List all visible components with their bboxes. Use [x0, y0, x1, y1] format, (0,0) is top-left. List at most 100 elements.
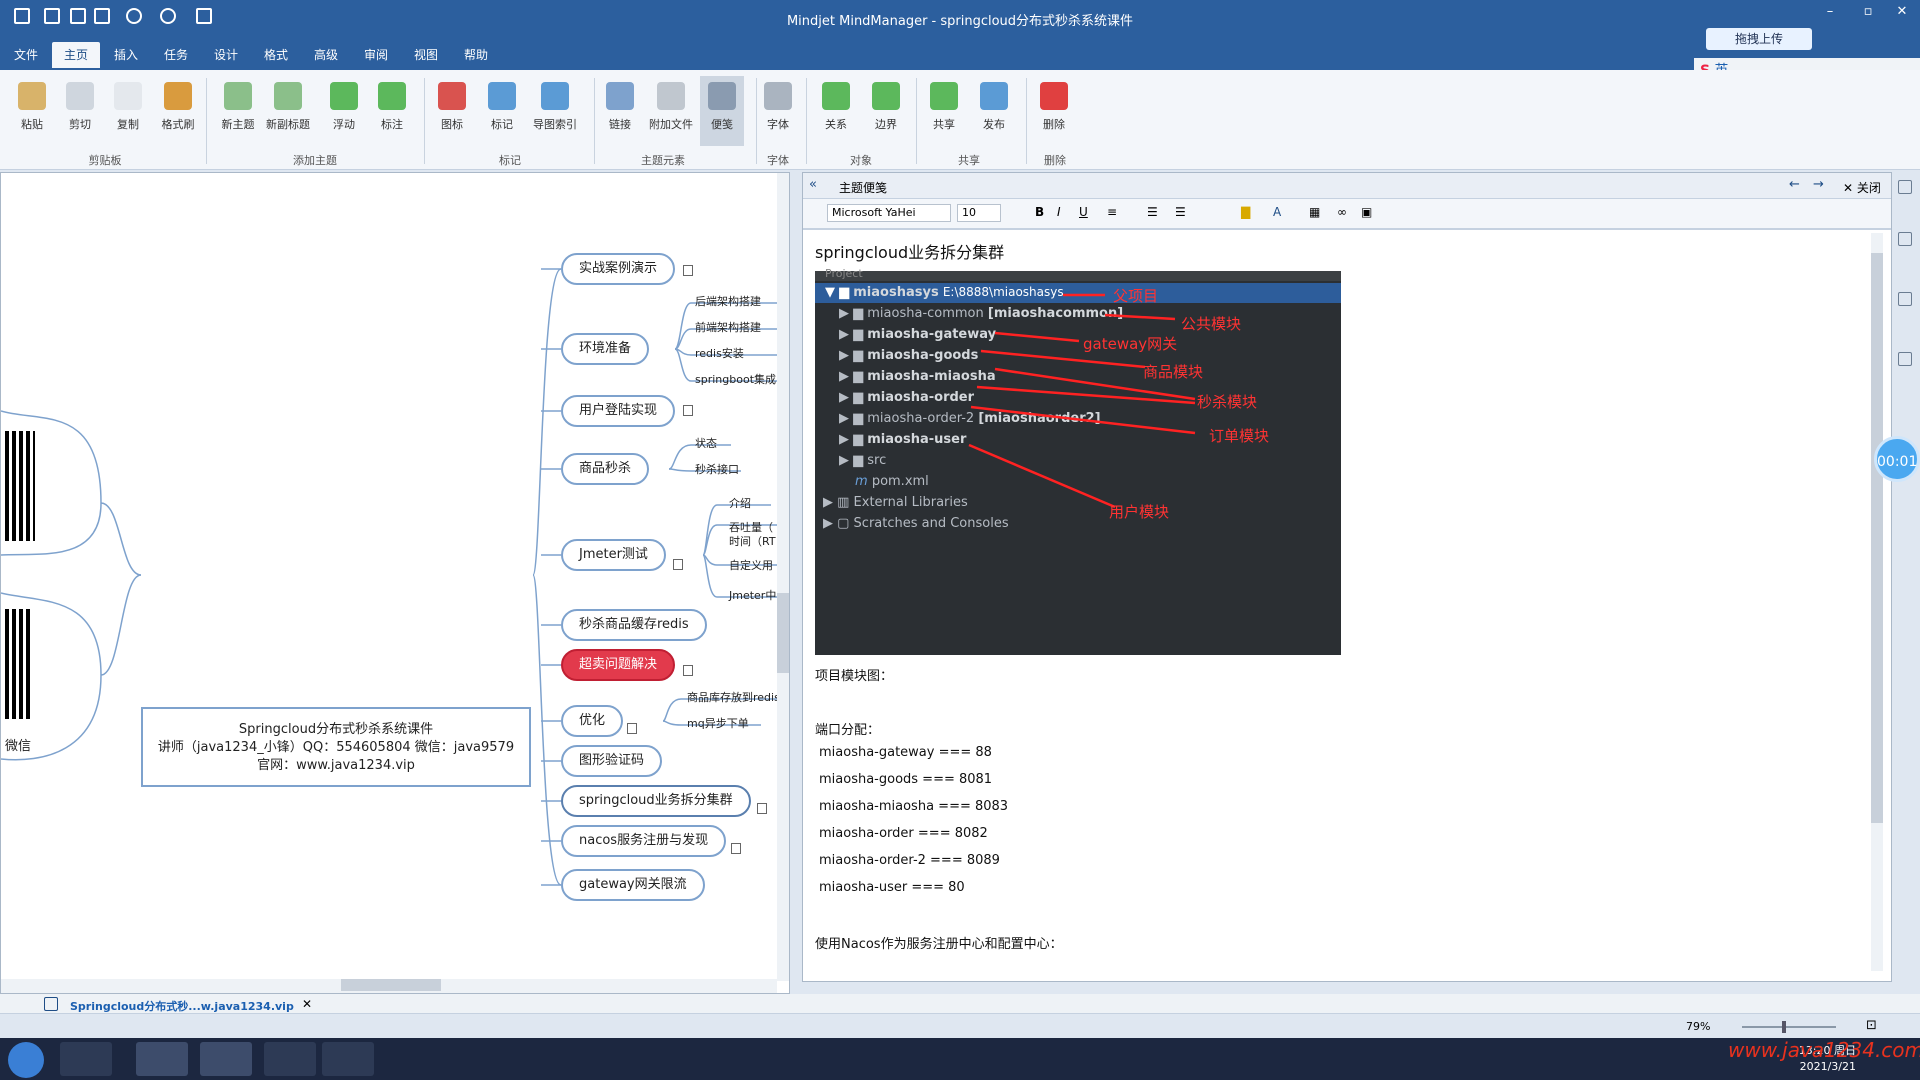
topic-jmeter[interactable]: Jmeter测试: [561, 539, 666, 571]
font-color-icon[interactable]: A: [1273, 205, 1281, 219]
numbered-list-icon[interactable]: ☰: [1147, 205, 1158, 219]
sub-mq-order[interactable]: mq异步下单: [687, 715, 749, 731]
menu-file[interactable]: 文件: [14, 46, 38, 63]
tag-button[interactable]: 标记: [480, 82, 524, 132]
sub-redis-install[interactable]: redis安装: [695, 345, 744, 361]
relationship-button[interactable]: 关系: [814, 82, 858, 132]
topic-login[interactable]: 用户登陆实现: [561, 395, 676, 427]
close-notes-button[interactable]: ✕ 关闭: [1843, 179, 1881, 196]
sub-backend[interactable]: 后端架构搭建: [695, 293, 761, 309]
floating-button[interactable]: 浮动: [322, 82, 366, 132]
notes-pane-icon[interactable]: [1898, 352, 1912, 366]
note-button[interactable]: 便笺: [700, 76, 744, 146]
fit-page-icon[interactable]: ⊡: [1866, 1018, 1877, 1033]
menu-help[interactable]: 帮助: [464, 46, 488, 63]
app-qq-icon[interactable]: [264, 1042, 316, 1076]
sub-status[interactable]: 状态: [695, 435, 717, 451]
note-line-order[interactable]: miaosha-order === 8082: [819, 826, 988, 841]
topic-nacos[interactable]: nacos服务注册与发现: [561, 825, 727, 857]
sub-rt[interactable]: 时间（RT: [729, 533, 776, 549]
resources-icon[interactable]: [1898, 292, 1912, 306]
topic-gateway-limit[interactable]: gateway网关限流: [561, 869, 705, 901]
collapse-icon[interactable]: «: [809, 177, 817, 192]
note-icon[interactable]: [683, 265, 693, 276]
underline-icon[interactable]: U: [1079, 205, 1088, 219]
sub-stock-redis[interactable]: 商品库存放到redis: [687, 689, 780, 705]
sub-jmeter-in[interactable]: Jmeter中: [729, 587, 776, 603]
align-left-icon[interactable]: ≡: [1107, 205, 1117, 219]
italic-icon[interactable]: I: [1057, 205, 1061, 219]
topic-seckill[interactable]: 商品秒杀: [561, 453, 650, 485]
recording-timer[interactable]: 00:01: [1874, 436, 1920, 482]
app-sogou-icon[interactable]: [60, 1042, 112, 1076]
library-icon[interactable]: [1898, 232, 1912, 246]
menu-home[interactable]: 主页: [52, 42, 101, 68]
highlight-icon[interactable]: ▇: [1241, 205, 1250, 219]
table-icon[interactable]: ▦: [1309, 205, 1320, 219]
sub-seckill-api[interactable]: 秒杀接口: [695, 461, 739, 477]
topic-captcha[interactable]: 图形验证码: [561, 745, 663, 777]
topic-redis-cache[interactable]: 秒杀商品缓存redis: [561, 609, 707, 641]
menu-advanced[interactable]: 高级: [314, 46, 338, 63]
app-intellij-icon[interactable]: [136, 1042, 188, 1076]
topic-env[interactable]: 环境准备: [561, 333, 650, 365]
sub-springboot[interactable]: springboot集成: [695, 371, 776, 387]
maximize-icon[interactable]: ▫: [1854, 4, 1882, 24]
zoom-slider[interactable]: [1742, 1021, 1836, 1033]
font-button[interactable]: 字体: [756, 82, 800, 132]
boundary-button[interactable]: 边界: [864, 82, 908, 132]
upload-button[interactable]: 拖拽上传: [1706, 28, 1812, 50]
close-icon[interactable]: ✕: [1888, 4, 1916, 24]
paste-button[interactable]: 粘贴: [10, 82, 54, 132]
close-tab-icon[interactable]: ✕: [302, 997, 312, 1011]
callout-button[interactable]: 标注: [370, 82, 414, 132]
note-icon[interactable]: [683, 405, 693, 416]
map-index-button[interactable]: 导图索引: [530, 82, 580, 132]
publish-button[interactable]: 发布: [972, 82, 1016, 132]
new-subtopic-button[interactable]: 新副标题: [266, 82, 310, 132]
app-mindmanager-icon[interactable]: [200, 1042, 252, 1076]
map-canvas[interactable]: 微信 Springcloud分布式秒杀系统课件 讲师（java1234_小锋）Q…: [0, 172, 790, 994]
note-icon[interactable]: [757, 803, 767, 814]
menu-task[interactable]: 任务: [164, 46, 188, 63]
next-arrow-icon[interactable]: →: [1813, 177, 1824, 192]
icon-button[interactable]: 图标: [430, 82, 474, 132]
doc-tab[interactable]: Springcloud分布式秒...w.java1234.vip: [70, 998, 294, 1014]
menu-insert[interactable]: 插入: [114, 46, 138, 63]
prev-arrow-icon[interactable]: ←: [1789, 177, 1800, 192]
link-icon[interactable]: ∞: [1337, 205, 1347, 219]
link-button[interactable]: 链接: [598, 82, 642, 132]
note-icon[interactable]: [627, 723, 637, 734]
font-select[interactable]: Microsoft YaHei: [827, 204, 951, 222]
topic-oversell[interactable]: 超卖问题解决: [561, 649, 676, 681]
size-select[interactable]: 10: [957, 204, 1001, 222]
delete-button[interactable]: 删除: [1032, 82, 1076, 132]
new-topic-button[interactable]: 新主题: [216, 82, 260, 132]
format-painter-button[interactable]: 格式刷: [156, 82, 200, 132]
note-icon[interactable]: [683, 665, 693, 676]
topic-optimize[interactable]: 优化: [561, 705, 624, 737]
menu-design[interactable]: 设计: [214, 46, 238, 63]
sub-frontend[interactable]: 前端架构搭建: [695, 319, 761, 335]
share-button[interactable]: 共享: [922, 82, 966, 132]
minimize-icon[interactable]: –: [1816, 4, 1844, 24]
sub-custom[interactable]: 自定义用: [729, 557, 773, 573]
note-icon[interactable]: [731, 843, 741, 854]
horizontal-scrollbar[interactable]: [1, 979, 777, 993]
cut-button[interactable]: 剪切: [58, 82, 102, 132]
menu-review[interactable]: 审阅: [364, 46, 388, 63]
attach-file-button[interactable]: 附加文件: [646, 82, 696, 132]
central-topic[interactable]: Springcloud分布式秒杀系统课件 讲师（java1234_小锋）QQ：5…: [141, 707, 531, 787]
image-icon[interactable]: ▣: [1361, 205, 1372, 219]
topic-springcloud-cluster[interactable]: springcloud业务拆分集群: [561, 785, 751, 817]
app-chrome-icon[interactable]: [322, 1042, 374, 1076]
vertical-scrollbar[interactable]: [777, 173, 789, 981]
note-icon[interactable]: [673, 559, 683, 570]
bullet-list-icon[interactable]: ☰: [1175, 205, 1186, 219]
start-button[interactable]: [8, 1042, 44, 1078]
menu-view[interactable]: 视图: [414, 46, 438, 63]
bold-icon[interactable]: B: [1035, 205, 1044, 219]
copy-button[interactable]: 复制: [106, 82, 150, 132]
notes-scrollbar[interactable]: [1871, 233, 1883, 971]
topic-demo[interactable]: 实战案例演示: [561, 253, 676, 285]
